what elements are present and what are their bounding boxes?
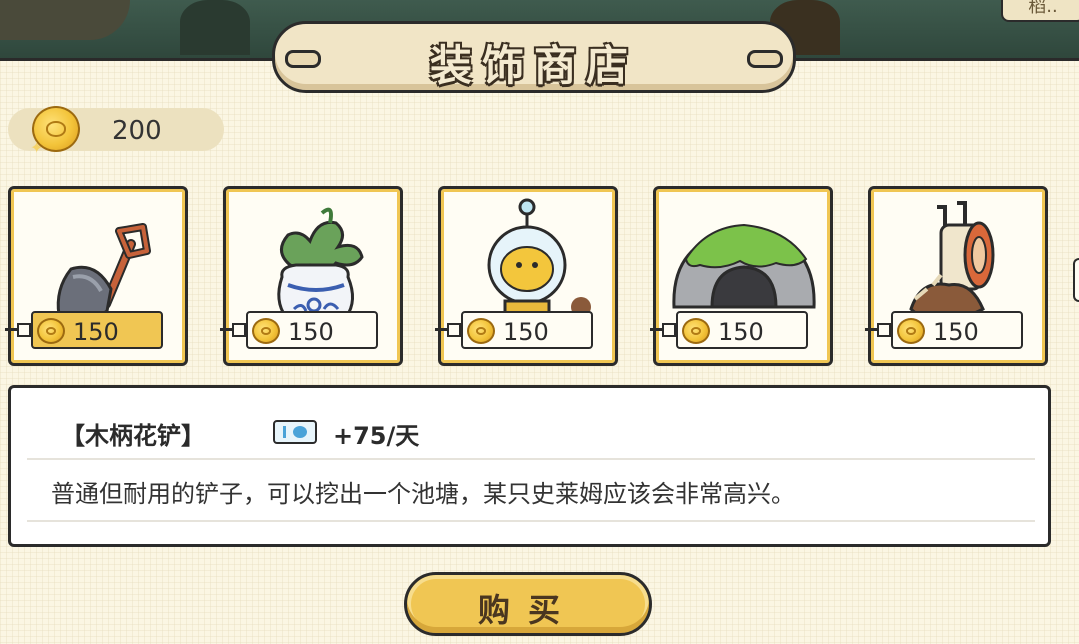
shop-item-lamp[interactable]: 150: [435, 186, 618, 366]
coin-icon: [467, 318, 495, 344]
item-name: 【木柄花铲】: [61, 422, 205, 450]
shop-item-mossy-cave[interactable]: 150: [650, 186, 833, 366]
buy-button-label: 购买: [477, 591, 578, 629]
price-value: 150: [73, 318, 119, 346]
sparkle-icon: ✦: [30, 138, 44, 157]
coin-icon: [682, 318, 710, 344]
hook-icon: [220, 323, 246, 337]
price-value: 150: [718, 318, 764, 346]
coin-balance: ✦ 200: [8, 106, 224, 157]
hook-icon: [5, 323, 31, 337]
hook-icon: [435, 323, 461, 337]
price-tag: 150: [246, 311, 378, 349]
price-value: 150: [933, 318, 979, 346]
tree-decoration: [0, 0, 130, 40]
corner-button[interactable]: 稻..: [1001, 0, 1079, 22]
ticket-icon: [273, 420, 317, 444]
coin-icon: [252, 318, 280, 344]
reward-value: +75/天: [333, 422, 420, 450]
divider: [27, 458, 1035, 460]
next-page-tab[interactable]: [1073, 258, 1079, 302]
title-plank: 装饰商店: [272, 21, 796, 93]
price-tag: 150: [31, 311, 163, 349]
coin-icon: [897, 318, 925, 344]
item-detail-panel: 【木柄花铲】 +75/天 普通但耐用的铲子，可以挖出一个池塘，某只史莱姆应该会非…: [8, 385, 1051, 547]
buy-button[interactable]: 购买: [404, 572, 652, 636]
divider: [27, 520, 1035, 522]
price-tag: 150: [676, 311, 808, 349]
coin-icon: [37, 318, 65, 344]
shop-item-potted-plant[interactable]: 150: [220, 186, 403, 366]
balance-value: 200: [112, 116, 162, 146]
shop-item-wooden-stump[interactable]: 150: [865, 186, 1048, 366]
hook-icon: [650, 323, 676, 337]
item-description: 普通但耐用的铲子，可以挖出一个池塘，某只史莱姆应该会非常高兴。: [51, 480, 795, 508]
price-value: 150: [503, 318, 549, 346]
price-value: 150: [288, 318, 334, 346]
hook-icon: [865, 323, 891, 337]
tree-decoration: [180, 0, 250, 55]
price-tag: 150: [891, 311, 1023, 349]
page-title: 装饰商店: [429, 41, 638, 90]
shop-item-shovel[interactable]: 150: [5, 186, 188, 366]
price-tag: 150: [461, 311, 593, 349]
